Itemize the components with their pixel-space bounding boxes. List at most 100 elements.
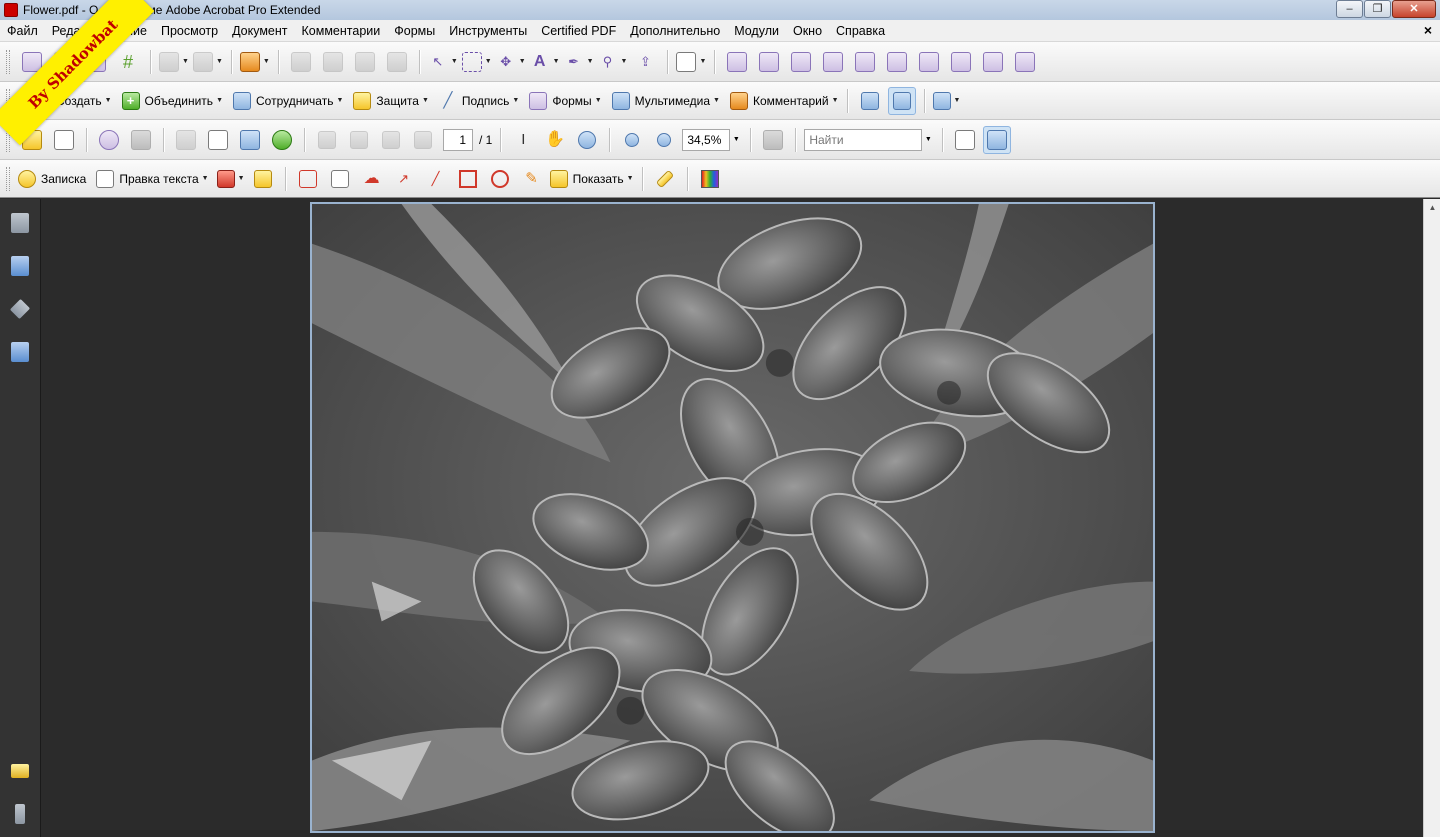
stamp-tool-button[interactable]: ▼ bbox=[239, 48, 270, 76]
preflight-search-button[interactable] bbox=[723, 48, 751, 76]
edit-button[interactable] bbox=[983, 125, 1012, 154]
pdf-page[interactable] bbox=[310, 202, 1155, 833]
minimize-button[interactable]: – bbox=[1336, 0, 1363, 18]
fit-page-button[interactable] bbox=[887, 86, 916, 115]
multimedia-button[interactable]: Мультимедиа ▼ bbox=[611, 87, 720, 115]
comment-disabled-button[interactable] bbox=[287, 48, 315, 76]
pattern-disabled-button[interactable] bbox=[351, 48, 379, 76]
print-button[interactable] bbox=[50, 126, 78, 154]
zoom-combo[interactable]: 34,5% ▼ bbox=[682, 126, 742, 154]
menu-window[interactable]: Окно bbox=[786, 24, 829, 38]
show-button[interactable]: Показать ▼ bbox=[549, 165, 634, 193]
arrow-button[interactable]: ↗ bbox=[390, 165, 418, 193]
menu-file[interactable]: Файл bbox=[0, 24, 45, 38]
last-page-button[interactable] bbox=[409, 126, 437, 154]
organizer-button[interactable] bbox=[95, 126, 123, 154]
signatures-panel-button[interactable] bbox=[8, 340, 32, 364]
select-text-button[interactable]: I bbox=[509, 126, 537, 154]
collaborate-button[interactable]: Сотрудничать ▼ bbox=[233, 87, 343, 115]
pen-tool-button[interactable]: ✒ ▼ bbox=[564, 48, 593, 76]
forms-button[interactable]: Формы ▼ bbox=[529, 87, 602, 115]
highlight-button[interactable] bbox=[249, 165, 277, 193]
cloud-button[interactable]: ☁ bbox=[358, 165, 386, 193]
hand-tool-button[interactable]: ✋ bbox=[541, 126, 569, 154]
close-button[interactable]: ✕ bbox=[1392, 0, 1436, 18]
combine-button[interactable]: + Объединить ▼ bbox=[121, 87, 223, 115]
menu-comments[interactable]: Комментарии bbox=[295, 24, 388, 38]
stamp-button[interactable]: ▼ bbox=[216, 165, 245, 193]
separations-button[interactable] bbox=[883, 48, 911, 76]
fit-width-button[interactable] bbox=[856, 87, 884, 115]
page-number-input[interactable]: 1 bbox=[443, 128, 473, 151]
zoom-level-input[interactable]: 34,5% bbox=[682, 128, 731, 151]
menu-view[interactable]: Просмотр bbox=[154, 24, 225, 38]
textbox-comment-button[interactable] bbox=[326, 165, 354, 193]
web-upload-button[interactable] bbox=[268, 126, 296, 154]
layers-panel-button[interactable] bbox=[8, 297, 32, 321]
pencil-button[interactable]: ✎ bbox=[518, 165, 546, 193]
warning-button[interactable] bbox=[1011, 48, 1039, 76]
menu-plugins[interactable]: Модули bbox=[727, 24, 786, 38]
marquee-select-button[interactable]: ▼ bbox=[461, 48, 492, 76]
text-box-button[interactable] bbox=[951, 126, 979, 154]
toolbar-grip[interactable] bbox=[6, 49, 10, 74]
toolbar-grip[interactable] bbox=[6, 166, 10, 191]
menu-advanced[interactable]: Дополнительно bbox=[623, 24, 727, 38]
select-object-button[interactable]: ↖ ▼ bbox=[428, 48, 457, 76]
menu-certified-pdf[interactable]: Certified PDF bbox=[534, 24, 623, 38]
document-close-button[interactable]: × bbox=[1424, 22, 1432, 38]
properties-button[interactable]: ▼ bbox=[676, 48, 706, 76]
snapshot-button[interactable] bbox=[979, 48, 1007, 76]
next-page-button[interactable] bbox=[377, 126, 405, 154]
secure-button[interactable]: Защита ▼ bbox=[353, 87, 429, 115]
bookmarks-panel-button[interactable] bbox=[8, 254, 32, 278]
grid-tool-button[interactable]: # bbox=[114, 48, 142, 76]
email-button[interactable] bbox=[236, 126, 264, 154]
save-disabled-button[interactable] bbox=[172, 126, 200, 154]
previous-page-button[interactable] bbox=[345, 126, 373, 154]
comment-button[interactable]: Комментарий ▼ bbox=[729, 87, 839, 115]
chevron-down-icon[interactable]: ▼ bbox=[730, 129, 742, 151]
line-button[interactable]: ╱ bbox=[422, 165, 450, 193]
oval-button[interactable] bbox=[486, 165, 514, 193]
acrobat-app-icon[interactable] bbox=[4, 3, 18, 17]
zoom-tool-button[interactable] bbox=[573, 126, 601, 154]
vertical-scrollbar[interactable]: ▲ bbox=[1423, 199, 1440, 837]
color-button[interactable] bbox=[787, 48, 815, 76]
maximize-button[interactable]: ❐ bbox=[1364, 0, 1391, 18]
move-tool-button[interactable]: ✥ ▼ bbox=[496, 48, 525, 76]
rotate-left-button[interactable]: ▼ bbox=[159, 48, 189, 76]
document-pane[interactable] bbox=[41, 199, 1423, 837]
menu-help[interactable]: Справка bbox=[829, 24, 892, 38]
menu-forms[interactable]: Формы bbox=[387, 24, 442, 38]
find-input[interactable]: Найти bbox=[804, 128, 923, 151]
print-production-button[interactable] bbox=[915, 48, 943, 76]
comments-panel-button[interactable] bbox=[8, 759, 32, 783]
find-combo[interactable]: Найти ▼ bbox=[804, 126, 934, 154]
text-edits-button[interactable]: Правка текста ▼ bbox=[96, 165, 209, 193]
rotate-right-button[interactable]: ▼ bbox=[192, 48, 223, 76]
snapshot-tool-button[interactable] bbox=[759, 126, 787, 154]
menu-tools[interactable]: Инструменты bbox=[442, 24, 534, 38]
pages-panel-button[interactable] bbox=[8, 211, 32, 235]
color-palette-button[interactable] bbox=[696, 165, 724, 193]
sticky-note-button[interactable]: Записка bbox=[18, 165, 86, 193]
preflight-check-button[interactable] bbox=[755, 48, 783, 76]
zoom-in-button[interactable] bbox=[650, 126, 678, 154]
page-tools-button[interactable]: ▼ bbox=[932, 87, 961, 115]
attachments-panel-button[interactable] bbox=[8, 802, 32, 826]
sign-button[interactable]: ╱ Подпись ▼ bbox=[439, 87, 519, 115]
first-page-button[interactable] bbox=[313, 126, 341, 154]
pushpin-tool-button[interactable]: ⚲ ▼ bbox=[598, 48, 628, 76]
rectangle-button[interactable] bbox=[454, 165, 482, 193]
email-disabled-button[interactable] bbox=[319, 48, 347, 76]
text-tool-button[interactable]: A ▼ bbox=[530, 48, 560, 76]
filter-button[interactable] bbox=[851, 48, 879, 76]
scroll-up-icon[interactable]: ▲ bbox=[1424, 199, 1440, 216]
layers-disabled-button[interactable] bbox=[383, 48, 411, 76]
settings-tool-button[interactable] bbox=[819, 48, 847, 76]
zoom-out-button[interactable] bbox=[618, 126, 646, 154]
scan-button[interactable] bbox=[127, 126, 155, 154]
convert-button[interactable] bbox=[947, 48, 975, 76]
menu-document[interactable]: Документ bbox=[225, 24, 294, 38]
